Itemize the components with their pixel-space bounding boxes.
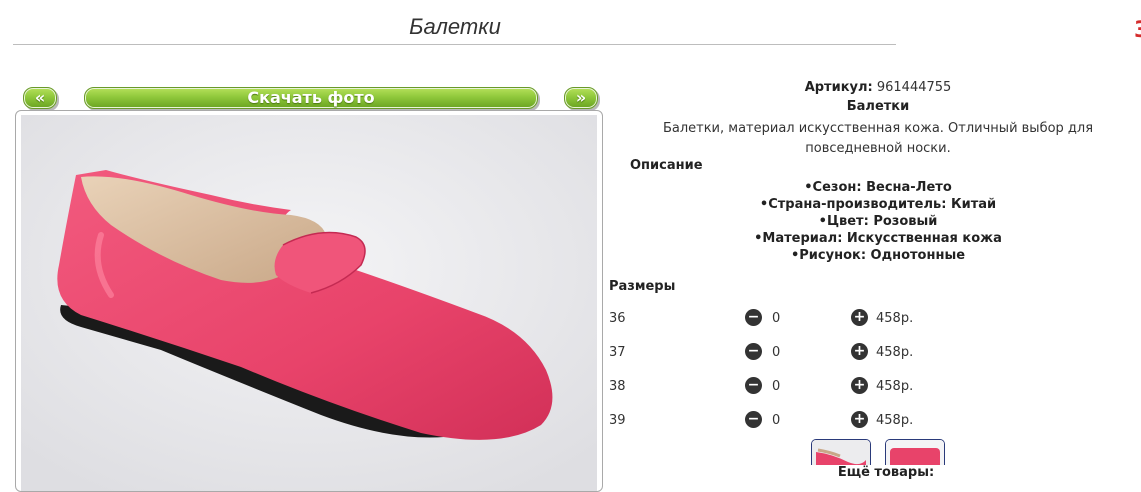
quantity-value: 0 (772, 345, 781, 360)
quantity-value: 0 (772, 379, 781, 394)
quantity-value: 0 (772, 413, 781, 428)
feature-item: Рисунок: Однотонные (608, 247, 1141, 264)
size-row: 38 − 0 + 458р. (608, 377, 1141, 397)
price-value: 458р. (876, 345, 914, 360)
next-photo-button[interactable]: » (564, 87, 598, 109)
plus-circle-icon[interactable]: + (851, 411, 868, 428)
quantity-value: 0 (772, 311, 781, 326)
size-row: 36 − 0 + 458р. (608, 309, 1141, 329)
feature-item: Цвет: Розовый (608, 213, 1141, 230)
size-value: 39 (609, 413, 626, 428)
description-heading: Описание (630, 158, 703, 173)
feature-item: Материал: Искусственная кожа (608, 230, 1141, 247)
feature-item: Страна-производитель: Китай (608, 196, 1141, 213)
more-products-label: Ещё товары: (800, 465, 972, 480)
size-value: 36 (609, 311, 626, 326)
product-description: Балетки, материал искусственная кожа. От… (662, 121, 1094, 156)
size-row: 39 − 0 + 458р. (608, 411, 1141, 431)
sku-line: Артикул: 961444755 (608, 80, 1141, 95)
minus-circle-icon[interactable]: − (745, 411, 762, 428)
minus-circle-icon[interactable]: − (745, 309, 762, 326)
prev-photo-button[interactable]: « (23, 87, 57, 109)
title-divider (13, 44, 896, 45)
price-value: 458р. (876, 413, 914, 428)
product-photo[interactable] (21, 115, 597, 491)
minus-circle-icon[interactable]: − (745, 343, 762, 360)
product-name: Балетки (846, 99, 910, 114)
download-photo-button[interactable]: Скачать фото (84, 87, 538, 109)
edge-fragment: 3 (1134, 18, 1141, 44)
size-value: 38 (609, 379, 626, 394)
price-value: 458р. (876, 311, 914, 326)
price-value: 458р. (876, 379, 914, 394)
feature-item: Сезон: Весна-Лето (608, 179, 1141, 196)
plus-circle-icon[interactable]: + (851, 343, 868, 360)
page-title: Балетки (409, 14, 501, 39)
sku-label: Артикул: (804, 80, 873, 95)
minus-circle-icon[interactable]: − (745, 377, 762, 394)
plus-circle-icon[interactable]: + (851, 377, 868, 394)
size-value: 37 (609, 345, 626, 360)
sku-value: 961444755 (876, 80, 952, 95)
feature-list: Сезон: Весна-Лето Страна-производитель: … (608, 179, 1141, 264)
shoe-image (21, 115, 597, 491)
sizes-heading: Размеры (609, 279, 676, 294)
size-row: 37 − 0 + 458р. (608, 343, 1141, 363)
product-photo-frame (15, 110, 603, 492)
plus-circle-icon[interactable]: + (851, 309, 868, 326)
